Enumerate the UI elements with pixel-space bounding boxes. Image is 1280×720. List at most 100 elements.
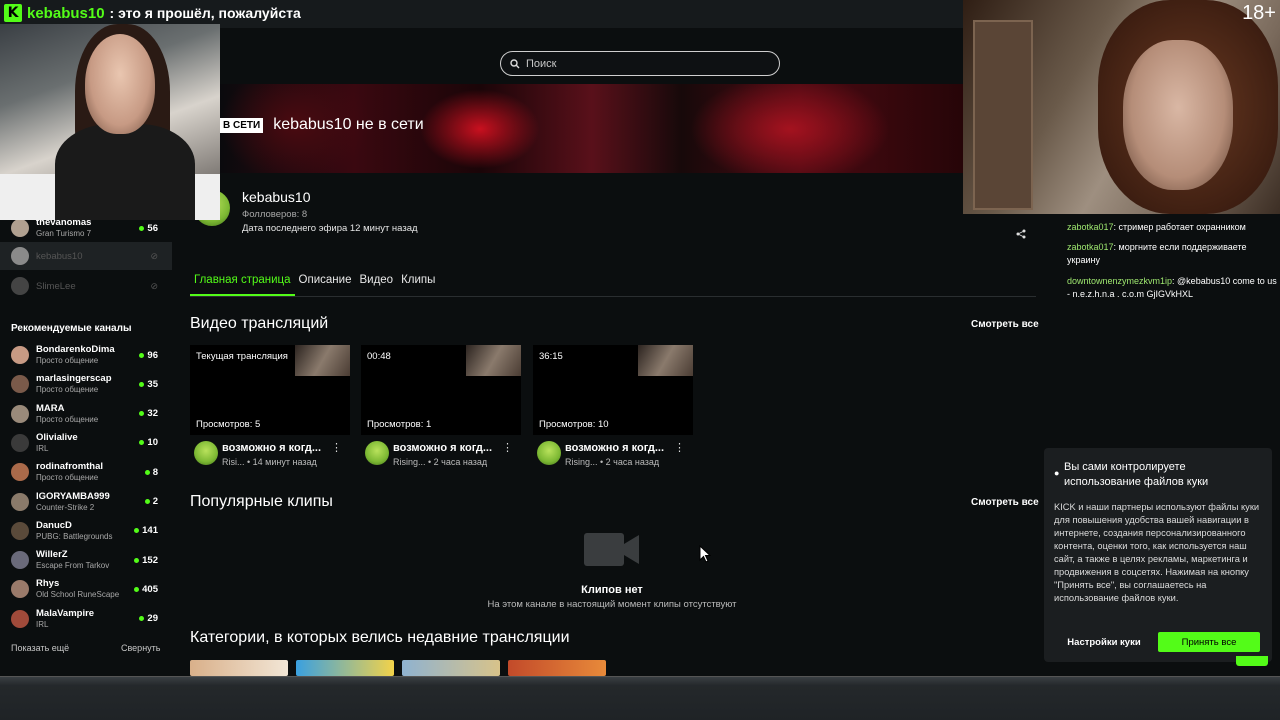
video-meta: возможно я когд... Risi... • 14 минут на… [194,441,350,469]
sidebar-item[interactable]: Rhys Old School RuneScape 405 [0,575,172,603]
category-card[interactable] [508,660,606,676]
share-icon[interactable] [1016,229,1026,242]
viewer-count: 10 [139,437,158,448]
chat-message: zabotka017: стример работает охранником [1067,221,1277,234]
channel-followers: Фолловеров: 8 [242,209,308,220]
sidebar-item[interactable]: marlasingerscap Просто общение 35 [0,370,172,398]
sidebar-item-category: Escape From Tarkov [36,561,110,571]
live-dot-icon [144,499,150,504]
sidebar-item-category: PUBG: Battlegrounds [36,531,113,541]
search-input[interactable]: Поиск [500,51,780,76]
mouse-cursor-icon [699,545,711,563]
recommended-title: Рекомендуемые каналы [11,323,132,334]
sidebar-item-category: Counter-Strike 2 [36,502,95,512]
video-title[interactable]: возможно я когд... [222,442,321,454]
video-card[interactable]: Текущая трансляция Просмотров: 5 возможн… [190,345,350,470]
streamer-webcam [0,24,220,220]
sidebar-item-name: Olivialive [36,431,78,443]
cookie-body: KICK и наши партнеры используют файлы ку… [1054,502,1260,603]
sidebar-item-text: kebabus10 [36,251,82,262]
video-thumbnail[interactable]: 00:48 Просмотров: 1 [361,345,521,435]
sidebar-item-name: SlimeLee [36,280,76,292]
sidebar-item[interactable]: WillerZ Escape From Tarkov 152 [0,546,172,574]
tab-clips[interactable]: Клипы [397,272,439,296]
video-camera-icon [584,533,639,566]
webcam-face [1123,40,1233,190]
search-icon [510,58,520,68]
sidebar-item[interactable]: kebabus10 ⊘ [0,242,172,270]
video-title[interactable]: возможно я когд... [565,442,664,454]
more-options-icon[interactable]: ⋮ [674,441,685,454]
sidebar-item[interactable]: MARA Просто общение 32 [0,400,172,428]
sidebar-item[interactable]: rodinafromthal Просто общение 8 [0,458,172,486]
more-options-icon[interactable]: ⋮ [331,441,342,454]
avatar[interactable] [537,441,561,465]
video-subtitle: Rising... • 2 часа назад [565,457,660,467]
sidebar-item-category: IRL [36,619,49,629]
live-dot-icon [139,440,145,446]
chat-username[interactable]: zabotka017 [1067,242,1114,252]
sidebar-item-name: BondarenkoDima [36,344,115,355]
sidebar-item[interactable]: Olivialive IRL 10 [0,429,172,457]
clips-section-title: Популярные клипы [190,493,333,510]
sidebar-item-name: MalaVampire [36,607,95,619]
tab-home[interactable]: Главная страница [190,272,295,296]
category-card[interactable] [190,660,288,676]
status-badge: В СЕТИ [220,117,264,133]
viewer-count-value: 29 [147,613,158,625]
video-thumbnail[interactable]: 36:15 Просмотров: 10 [533,345,693,435]
videos-see-all-link[interactable]: Смотреть все [971,319,1039,330]
viewer-count: 29 [139,613,158,624]
tab-about[interactable]: Описание [295,272,356,296]
chat-message: zabotka017: моргните если поддерживаете … [1067,241,1277,267]
show-more-link[interactable]: Показать ещё [11,643,69,653]
sidebar-item[interactable]: SlimeLee ⊘ [0,272,172,300]
tab-videos[interactable]: Видео [355,272,397,296]
chat-send-button[interactable] [1236,656,1268,666]
sidebar-item-text: DanucD PUBG: Battlegrounds [36,520,112,542]
avatar [11,433,29,452]
clips-see-all-link[interactable]: Смотреть все [971,497,1039,508]
avatar [11,551,29,570]
category-card[interactable] [296,660,394,676]
viewer-count-value: 35 [147,378,158,390]
sidebar-item-name: kebabus10 [36,250,83,262]
viewer-count: 96 [139,350,158,361]
sidebar-item-name: IGORYAMBA999 [36,490,110,502]
offline-text: kebabus10 не в сети [273,116,424,133]
chat-username[interactable]: downtownenzymezkvm1ip [1067,276,1172,286]
video-card[interactable]: 36:15 Просмотров: 10 возможно я когд... … [533,345,693,470]
avatar[interactable] [194,441,218,465]
sidebar-item-text: Olivialive IRL [36,432,78,454]
sidebar-item[interactable]: IGORYAMBA999 Counter-Strike 2 2 [0,488,172,516]
live-dot-icon [134,528,140,534]
more-options-icon[interactable]: ⋮ [502,441,513,454]
live-dot-icon [134,586,140,592]
viewer-count-value: 405 [142,583,158,595]
category-card[interactable] [402,660,500,676]
live-dot-icon [139,616,145,622]
cookie-accept-button[interactable]: Принять все [1158,632,1260,652]
sidebar-item[interactable]: MalaVampire IRL 29 [0,605,172,633]
video-subtitle: Rising... • 2 часа назад [393,457,488,467]
avatar [11,219,29,237]
video-card[interactable]: 00:48 Просмотров: 1 возможно я когд... R… [361,345,521,470]
video-thumbnail[interactable]: Текущая трансляция Просмотров: 5 [190,345,350,435]
chat-message: downtownenzymezkvm1ip: @kebabus10 come t… [1067,275,1277,301]
stream-title-overlay: K kebabus10 : это я прошёл, пожалуйста [4,3,301,23]
thumbnail-preview [638,345,693,376]
sidebar-item[interactable]: BondarenkoDima Просто общение 96 [0,341,172,369]
cookie-settings-button[interactable]: Настройки куки [1054,632,1154,652]
collapse-link[interactable]: Свернуть [121,643,160,653]
thumbnail-preview [466,345,521,376]
sidebar-item-name: marlasingerscap [36,373,112,385]
sidebar-item-category: IRL [36,443,49,453]
chat-username[interactable]: zabotka017 [1067,222,1114,232]
avatar[interactable] [365,441,389,465]
sidebar-item[interactable]: DanucD PUBG: Battlegrounds 141 [0,517,172,545]
video-title[interactable]: возможно я когд... [393,442,492,454]
video-duration: 00:48 [367,351,391,362]
sidebar-item-text: rodinafromthal Просто общение [36,461,103,483]
banner-glow [690,84,890,173]
sidebar-item-name: DanucD [36,519,72,531]
